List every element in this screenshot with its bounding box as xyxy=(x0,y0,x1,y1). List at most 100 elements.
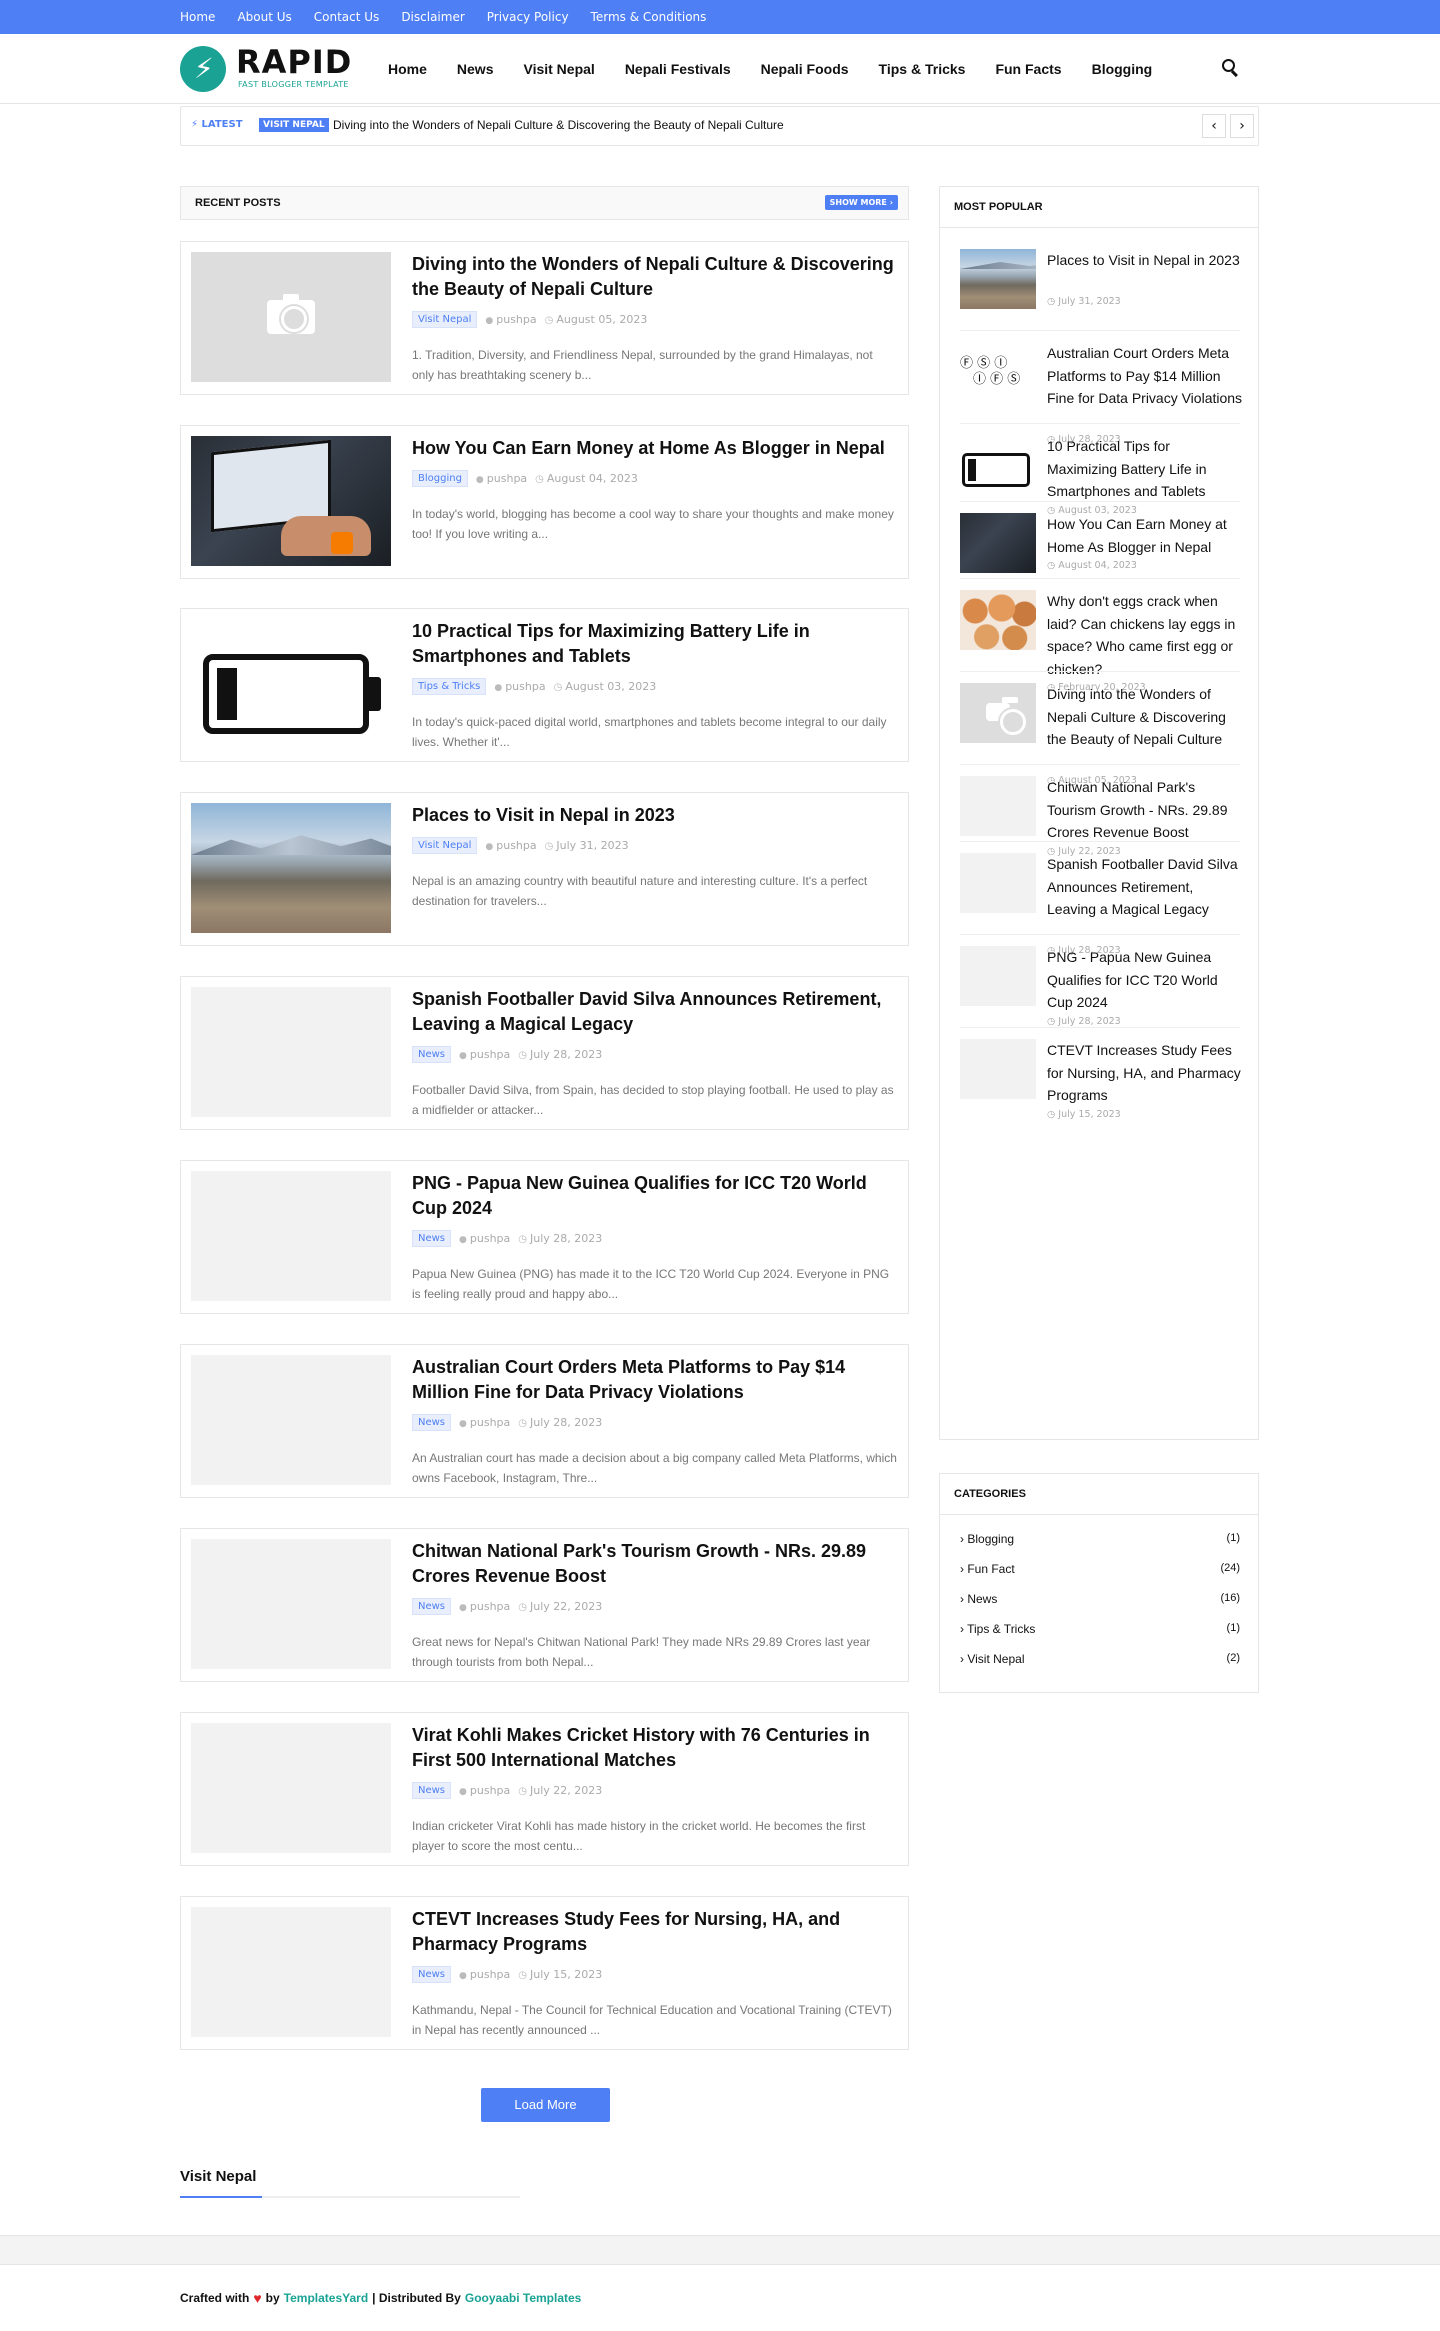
nav-item-news[interactable]: News xyxy=(457,61,494,77)
post-category[interactable]: Visit Nepal xyxy=(412,311,478,328)
post-author[interactable]: pushpa xyxy=(459,1968,510,1981)
category-item-tips-tricks[interactable]: › Tips & Tricks (1) xyxy=(960,1622,1240,1636)
post-author[interactable]: pushpa xyxy=(459,1784,510,1797)
post-thumbnail[interactable] xyxy=(191,436,391,566)
popular-post-thumbnail[interactable] xyxy=(960,590,1036,650)
post-category[interactable]: News xyxy=(412,1782,452,1799)
post-thumbnail[interactable] xyxy=(191,619,391,749)
category-label[interactable]: Visit Nepal xyxy=(967,1652,1024,1666)
popular-post-title[interactable]: CTEVT Increases Study Fees for Nursing, … xyxy=(1047,1039,1243,1107)
post-category[interactable]: Blogging xyxy=(412,470,468,487)
post-card[interactable]: 10 Practical Tips for Maximizing Battery… xyxy=(180,608,909,762)
load-more-button[interactable]: Load More xyxy=(481,2088,610,2122)
post-title[interactable]: How You Can Earn Money at Home As Blogge… xyxy=(412,436,898,461)
post-author[interactable]: pushpa xyxy=(476,472,527,485)
category-label[interactable]: News xyxy=(967,1592,997,1606)
category-item-blogging[interactable]: › Blogging (1) xyxy=(960,1532,1240,1546)
category-item-news[interactable]: › News (16) xyxy=(960,1592,1240,1606)
post-category[interactable]: News xyxy=(412,1598,452,1615)
category-label[interactable]: Blogging xyxy=(967,1532,1014,1546)
post-card[interactable]: Virat Kohli Makes Cricket History with 7… xyxy=(180,1712,909,1866)
nav-item-tips-tricks[interactable]: Tips & Tricks xyxy=(879,61,966,77)
popular-post-thumbnail[interactable] xyxy=(960,435,1036,495)
popular-post-thumbnail[interactable] xyxy=(960,946,1036,1006)
popular-post-thumbnail[interactable] xyxy=(960,1039,1036,1099)
post-thumbnail[interactable] xyxy=(191,1355,391,1485)
popular-post-thumbnail[interactable] xyxy=(960,513,1036,573)
post-card[interactable]: Places to Visit in Nepal in 2023 Visit Ne… xyxy=(180,792,909,946)
post-card[interactable]: Diving into the Wonders of Nepali Cultur… xyxy=(180,241,909,395)
top-link-about-us[interactable]: About Us xyxy=(237,10,291,24)
post-author[interactable]: pushpa xyxy=(459,1232,510,1245)
top-link-privacy-policy[interactable]: Privacy Policy xyxy=(487,10,569,24)
post-title[interactable]: PNG - Papua New Guinea Qualifies for ICC… xyxy=(412,1171,898,1221)
post-card[interactable]: CTEVT Increases Study Fees for Nursing, … xyxy=(180,1896,909,2050)
site-logo[interactable]: ⚡ RAPID FAST BLOGGER TEMPLATE xyxy=(180,44,360,94)
popular-post-title[interactable]: Diving into the Wonders of Nepali Cultur… xyxy=(1047,683,1243,751)
popular-post-title[interactable]: Places to Visit in Nepal in 2023 xyxy=(1047,249,1243,272)
post-title[interactable]: Diving into the Wonders of Nepali Cultur… xyxy=(412,252,898,302)
chevron-right-icon[interactable]: › xyxy=(1230,114,1254,138)
popular-post-thumbnail[interactable] xyxy=(960,776,1036,836)
top-link-home[interactable]: Home xyxy=(180,10,215,24)
top-link-contact-us[interactable]: Contact Us xyxy=(314,10,380,24)
popular-post-title[interactable]: Australian Court Orders Meta Platforms t… xyxy=(1047,342,1243,410)
popular-post-title[interactable]: PNG - Papua New Guinea Qualifies for ICC… xyxy=(1047,946,1243,1014)
post-card[interactable]: Australian Court Orders Meta Platforms t… xyxy=(180,1344,909,1498)
popular-post-thumbnail[interactable]: Ⓕ Ⓢ Ⓘ Ⓘ Ⓕ Ⓢ xyxy=(960,342,1036,402)
category-label[interactable]: Tips & Tricks xyxy=(967,1622,1035,1636)
ticker-tag[interactable]: VISIT NEPAL xyxy=(259,118,329,132)
post-category[interactable]: Tips & Tricks xyxy=(412,678,487,695)
category-label[interactable]: Fun Fact xyxy=(967,1562,1014,1576)
post-card[interactable]: How You Can Earn Money at Home As Blogge… xyxy=(180,425,909,579)
post-author[interactable]: pushpa xyxy=(459,1048,510,1061)
templatesyard-link[interactable]: TemplatesYard xyxy=(284,2291,368,2305)
popular-post-thumbnail[interactable] xyxy=(960,683,1036,743)
post-author[interactable]: pushpa xyxy=(485,313,536,326)
nav-item-home[interactable]: Home xyxy=(388,61,427,77)
post-category[interactable]: News xyxy=(412,1230,452,1247)
nav-item-nepali-foods[interactable]: Nepali Foods xyxy=(761,61,849,77)
popular-post-title[interactable]: Spanish Footballer David Silva Announces… xyxy=(1047,853,1243,921)
category-item-visit-nepal[interactable]: › Visit Nepal (2) xyxy=(960,1652,1240,1666)
chevron-left-icon[interactable]: ‹ xyxy=(1202,114,1226,138)
nav-item-fun-facts[interactable]: Fun Facts xyxy=(995,61,1061,77)
search-icon[interactable] xyxy=(1222,59,1240,78)
post-title[interactable]: Places to Visit in Nepal in 2023 xyxy=(412,803,898,828)
popular-post-thumbnail[interactable] xyxy=(960,249,1036,309)
top-link-disclaimer[interactable]: Disclaimer xyxy=(401,10,464,24)
post-category[interactable]: News xyxy=(412,1414,452,1431)
post-category[interactable]: Visit Nepal xyxy=(412,837,478,854)
popular-post-title[interactable]: Chitwan National Park's Tourism Growth -… xyxy=(1047,776,1243,844)
nav-item-nepali-festivals[interactable]: Nepali Festivals xyxy=(625,61,731,77)
show-more-button[interactable]: SHOW MORE › xyxy=(824,195,898,210)
post-author[interactable]: pushpa xyxy=(459,1416,510,1429)
post-author[interactable]: pushpa xyxy=(485,839,536,852)
post-thumbnail[interactable] xyxy=(191,987,391,1117)
post-author[interactable]: pushpa xyxy=(459,1600,510,1613)
post-title[interactable]: Australian Court Orders Meta Platforms t… xyxy=(412,1355,898,1405)
post-title[interactable]: CTEVT Increases Study Fees for Nursing, … xyxy=(412,1907,898,1957)
post-thumbnail[interactable] xyxy=(191,1539,391,1669)
nav-item-visit-nepal[interactable]: Visit Nepal xyxy=(523,61,594,77)
category-item-fun-fact[interactable]: › Fun Fact (24) xyxy=(960,1562,1240,1576)
post-card[interactable]: Chitwan National Park's Tourism Growth -… xyxy=(180,1528,909,1682)
post-category[interactable]: News xyxy=(412,1966,452,1983)
post-card[interactable]: PNG - Papua New Guinea Qualifies for ICC… xyxy=(180,1160,909,1314)
post-thumbnail[interactable] xyxy=(191,803,391,933)
post-title[interactable]: Virat Kohli Makes Cricket History with 7… xyxy=(412,1723,898,1773)
post-title[interactable]: 10 Practical Tips for Maximizing Battery… xyxy=(412,619,898,669)
gooyaabi-link[interactable]: Gooyaabi Templates xyxy=(465,2291,581,2305)
nav-item-blogging[interactable]: Blogging xyxy=(1092,61,1153,77)
popular-post-thumbnail[interactable] xyxy=(960,853,1036,913)
popular-post-title[interactable]: How You Can Earn Money at Home As Blogge… xyxy=(1047,513,1243,558)
post-thumbnail[interactable] xyxy=(191,1723,391,1853)
top-link-terms-conditions[interactable]: Terms & Conditions xyxy=(591,10,707,24)
post-thumbnail[interactable] xyxy=(191,1171,391,1301)
ticker-headline[interactable]: Diving into the Wonders of Nepali Cultur… xyxy=(333,118,784,132)
popular-post-title[interactable]: Why don't eggs crack when laid? Can chic… xyxy=(1047,590,1243,680)
post-card[interactable]: Spanish Footballer David Silva Announces… xyxy=(180,976,909,1130)
post-category[interactable]: News xyxy=(412,1046,452,1063)
post-title[interactable]: Chitwan National Park's Tourism Growth -… xyxy=(412,1539,898,1589)
post-title[interactable]: Spanish Footballer David Silva Announces… xyxy=(412,987,898,1037)
